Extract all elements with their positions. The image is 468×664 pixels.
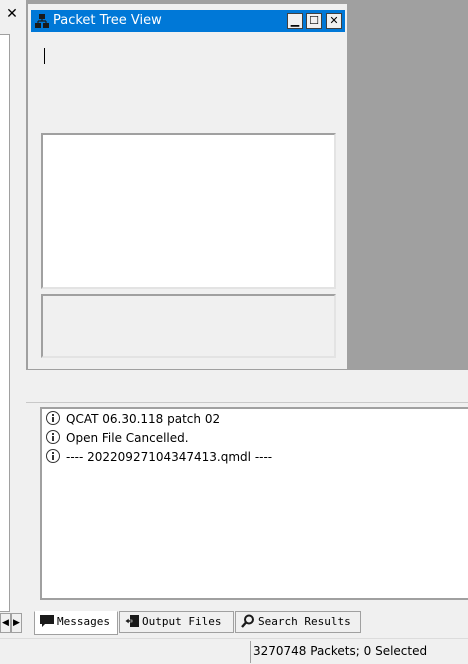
window-title: Packet Tree View [53, 13, 162, 28]
tab-label: Output Files [142, 615, 222, 628]
search-icon [241, 614, 254, 628]
left-dock-pane: ✕ ◀ ▶ [0, 0, 26, 633]
text-caret [44, 48, 45, 64]
messages-icon [40, 615, 54, 627]
tab-label: Messages [57, 615, 110, 628]
close-icon[interactable]: ✕ [4, 6, 20, 22]
messages-panel[interactable]: QCAT 06.30.118 patch 02 Open File Cancel… [40, 407, 468, 600]
output-tabs: Messages Output Files Search Results [26, 611, 468, 635]
packet-tree-icon [35, 14, 49, 28]
packet-count-status: 3270748 Packets; 0 Selected [253, 644, 428, 658]
info-icon [46, 430, 60, 444]
maximize-button[interactable]: ☐ [306, 13, 322, 29]
tab-messages[interactable]: Messages [34, 611, 118, 635]
packet-tree-panel[interactable] [41, 133, 336, 289]
window-titlebar[interactable]: Packet Tree View ▁ ☐ ✕ [31, 10, 345, 32]
splitter-area[interactable] [26, 370, 468, 403]
info-icon [46, 449, 60, 463]
close-button[interactable]: ✕ [326, 13, 342, 29]
message-text: ---- 20220927104347413.qmdl ---- [66, 450, 273, 464]
message-row: QCAT 06.30.118 patch 02 [46, 410, 220, 428]
message-row: ---- 20220927104347413.qmdl ---- [46, 448, 272, 466]
tab-search-results[interactable]: Search Results [235, 611, 361, 633]
message-row: Open File Cancelled. [46, 429, 189, 447]
scroll-left-icon[interactable]: ◀ [0, 613, 11, 633]
window-body [31, 32, 345, 368]
horizontal-scrollbar[interactable]: ◀ ▶ [0, 613, 24, 633]
tab-label: Search Results [258, 615, 351, 628]
message-text: Open File Cancelled. [66, 431, 189, 445]
status-divider [250, 641, 251, 663]
minimize-button[interactable]: ▁ [287, 13, 303, 29]
scroll-right-icon[interactable]: ▶ [11, 613, 22, 633]
packet-tree-view-window: Packet Tree View ▁ ☐ ✕ [27, 3, 348, 370]
info-icon [46, 411, 60, 425]
message-text: QCAT 06.30.118 patch 02 [66, 412, 221, 426]
packet-detail-panel[interactable] [41, 294, 336, 358]
left-pane-list[interactable] [0, 34, 10, 612]
tab-output-files[interactable]: Output Files [119, 611, 234, 633]
status-bar: 3270748 Packets; 0 Selected [0, 638, 468, 663]
output-files-icon [124, 615, 139, 627]
